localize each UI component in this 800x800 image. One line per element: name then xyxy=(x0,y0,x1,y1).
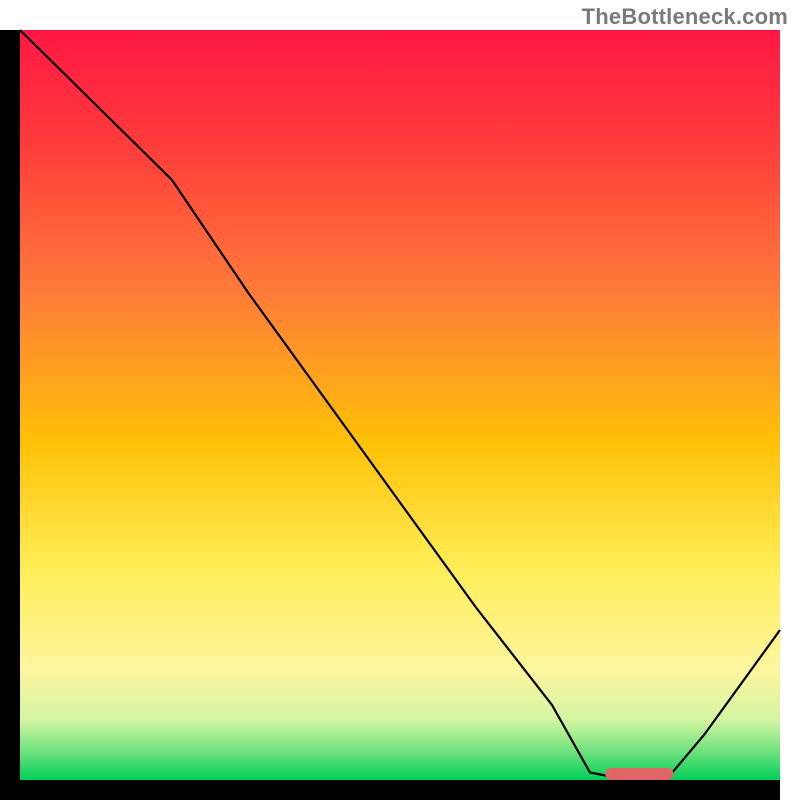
watermark-text: TheBottleneck.com xyxy=(582,4,788,30)
x-axis xyxy=(0,780,780,800)
y-axis xyxy=(0,30,20,800)
highlight-segment xyxy=(605,768,673,780)
bottleneck-chart xyxy=(0,0,800,800)
chart-container: { "watermark": "TheBottleneck.com", "cha… xyxy=(0,0,800,800)
